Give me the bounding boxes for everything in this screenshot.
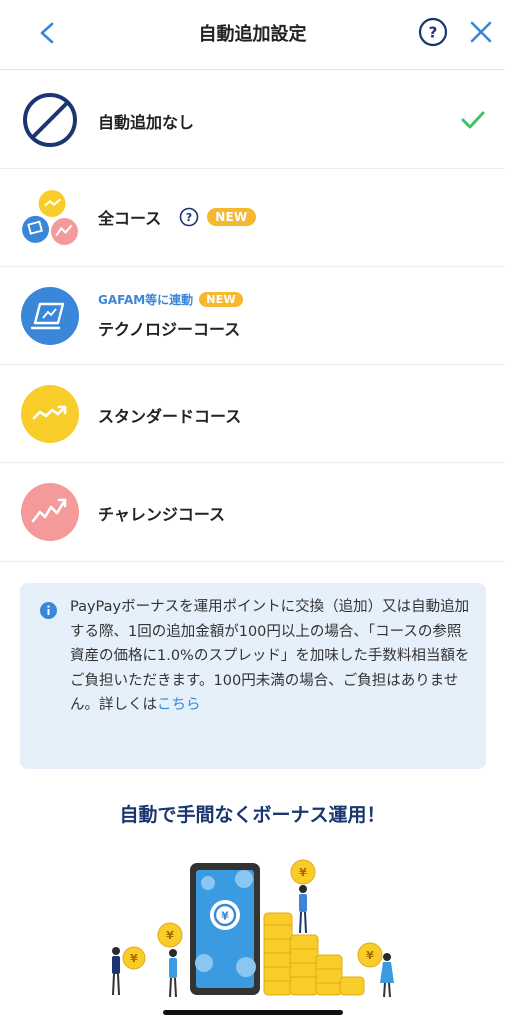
fee-info-body: PayPayボーナスを運用ポイントに交換（追加）又は自動追加する際、1回の追加金…	[70, 599, 470, 713]
yen-symbol: ¥	[221, 910, 229, 923]
help-icon[interactable]: ?	[179, 207, 199, 227]
course-option-standard[interactable]: スタンダードコース	[0, 365, 505, 463]
course-list: 自動追加なし 全コース ? NEW GAFAM等に連動 NEW テクノロジーコー…	[0, 71, 505, 562]
course-option-none[interactable]: 自動追加なし	[0, 71, 505, 169]
details-link[interactable]: こちら	[157, 697, 201, 713]
course-label: チャレンジコース	[98, 505, 226, 524]
course-label: テクノロジーコース	[98, 320, 241, 339]
close-icon[interactable]	[467, 18, 495, 46]
course-label: スタンダードコース	[98, 407, 242, 426]
fee-info-text: PayPayボーナスを運用ポイントに交換（追加）又は自動追加する際、1回の追加金…	[70, 595, 472, 718]
yen-symbol: ¥	[299, 866, 307, 879]
prohibited-icon	[23, 93, 77, 147]
zigzag-trend-icon	[21, 483, 79, 541]
trend-up-icon	[21, 385, 79, 443]
course-option-all[interactable]: 全コース ? NEW	[0, 169, 505, 267]
yen-symbol: ¥	[166, 929, 174, 942]
yen-symbol: ¥	[130, 952, 138, 965]
course-label: 自動追加なし	[98, 113, 195, 132]
promo-title: 自動で手間なくボーナス運用！	[119, 804, 386, 826]
course-label-row: 全コース ? NEW	[98, 205, 256, 229]
header-bar: 自動追加設定 ?	[0, 0, 505, 70]
auto-invest-illustration: ¥ ¥ ¥ ¥ ¥	[112, 859, 394, 998]
yen-symbol: ¥	[366, 949, 374, 962]
home-indicator	[163, 1010, 343, 1015]
all-courses-icon	[20, 188, 80, 247]
info-icon	[40, 602, 57, 619]
course-sub-label: GAFAM等に連動	[98, 293, 194, 307]
help-icon[interactable]: ?	[418, 17, 448, 47]
fee-info-box: PayPayボーナスを運用ポイントに交換（追加）又は自動追加する際、1回の追加金…	[20, 583, 486, 769]
course-option-challenge[interactable]: チャレンジコース	[0, 463, 505, 562]
new-badge: NEW	[207, 208, 256, 226]
course-sub-label-row: GAFAM等に連動 NEW	[98, 291, 243, 308]
course-option-technology[interactable]: GAFAM等に連動 NEW テクノロジーコース	[0, 267, 505, 365]
new-badge: NEW	[199, 292, 243, 307]
course-label: 全コース	[98, 209, 162, 228]
svg-text:?: ?	[186, 211, 192, 224]
svg-text:?: ?	[429, 24, 438, 42]
checkmark-icon	[461, 111, 485, 129]
laptop-chart-icon	[21, 287, 79, 345]
